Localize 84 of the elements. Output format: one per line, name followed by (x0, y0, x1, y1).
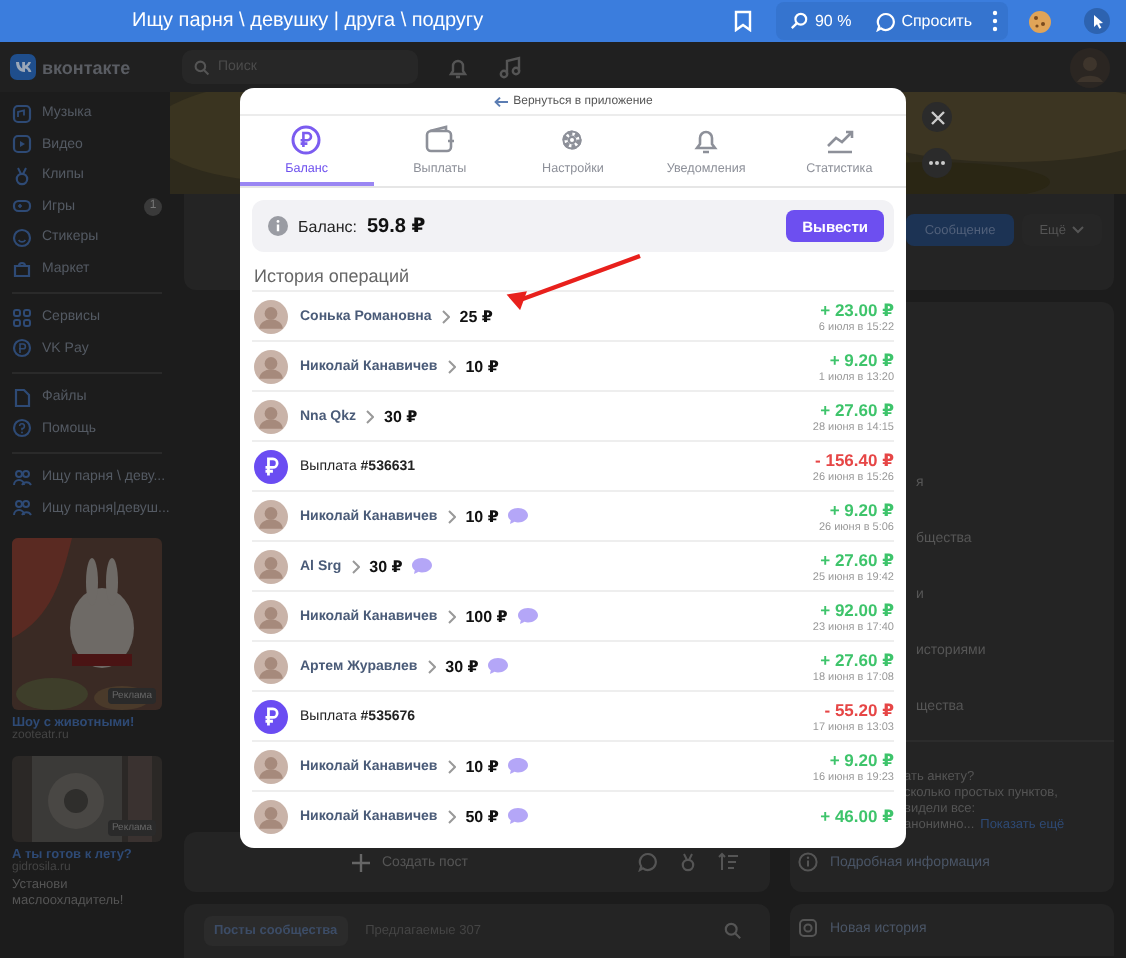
search-icon (790, 12, 809, 30)
comment-icon[interactable] (638, 852, 658, 872)
file-icon (12, 387, 32, 408)
search-icon[interactable] (724, 922, 742, 940)
chevron-right-icon (427, 659, 436, 673)
avatar-icon (254, 799, 288, 833)
ruble-coin-icon (290, 123, 323, 155)
balance-label: Баланс: (298, 217, 357, 235)
help-icon (12, 418, 32, 439)
donation-amount: 10 ₽ (465, 757, 499, 775)
donation-amount: 50 ₽ (465, 807, 499, 825)
avatar-icon (254, 599, 288, 633)
chevron-right-icon (351, 559, 360, 573)
amount: + 23.00 ₽ (820, 299, 894, 321)
chevron-right-icon (447, 759, 456, 773)
chevron-right-icon (441, 309, 450, 323)
ask-button[interactable]: Спросить (871, 11, 976, 31)
more-icon (928, 160, 946, 166)
bookmark-icon[interactable] (734, 10, 753, 32)
section-title: История операций (252, 264, 412, 290)
site-logo[interactable]: вконтакте (42, 57, 131, 77)
amount: + 27.60 ₽ (820, 399, 894, 421)
chevron-right-icon (447, 359, 456, 373)
chevron-right-icon (366, 409, 375, 423)
avatar-icon (254, 399, 288, 433)
bell-icon[interactable] (446, 55, 470, 79)
donation-amount: 30 ₽ (369, 557, 403, 575)
info-icon (268, 216, 288, 236)
gamepad-icon (12, 196, 32, 217)
more-icon[interactable] (992, 10, 998, 32)
amount: + 27.60 ₽ (820, 549, 894, 571)
camera-icon (798, 918, 818, 938)
donation-amount: 10 ₽ (465, 357, 499, 375)
page-title: Ищу парня \ девушку | друга \ подругу (130, 10, 486, 32)
search-icon (194, 59, 210, 75)
amount: + 9.20 ₽ (829, 749, 894, 771)
music-icon[interactable] (498, 55, 522, 79)
ruble-badge-icon (254, 449, 288, 483)
group-icon (12, 467, 32, 488)
amount: + 92.00 ₽ (820, 599, 894, 621)
wallet-icon (423, 123, 456, 155)
avatar-icon (254, 349, 288, 383)
avatar-icon (254, 749, 288, 783)
grid-icon (12, 307, 32, 328)
avatar-icon (254, 649, 288, 683)
donation-amount: 25 ₽ (459, 307, 493, 325)
donation-amount: 10 ₽ (465, 507, 499, 525)
clips-icon[interactable] (678, 852, 698, 872)
amount: + 27.60 ₽ (820, 649, 894, 671)
amount: + 9.20 ₽ (829, 349, 894, 371)
arrow-left-icon (493, 95, 508, 107)
avatar-icon (254, 499, 288, 533)
amount: - 55.20 ₽ (824, 699, 894, 721)
donation-amount: 100 ₽ (465, 607, 508, 625)
sort-icon[interactable] (718, 852, 738, 872)
cookie-icon[interactable] (1028, 9, 1052, 33)
bag-icon (12, 258, 32, 279)
logo-icon (10, 54, 36, 80)
video-icon (12, 134, 32, 155)
cursor-icon[interactable] (1084, 8, 1110, 34)
donation-amount: 30 ₽ (445, 657, 479, 675)
chevron-right-icon (447, 609, 456, 623)
close-icon (929, 109, 945, 125)
chevron-down-icon (1072, 226, 1084, 234)
music-icon (12, 103, 32, 124)
donation-amount: 30 ₽ (384, 407, 418, 425)
coin-icon (12, 338, 32, 359)
smiley-icon (12, 227, 32, 248)
chevron-right-icon (447, 809, 456, 823)
amount: + 9.20 ₽ (829, 499, 894, 521)
zoom-button[interactable]: 90 % (786, 12, 856, 30)
avatar-icon[interactable] (1070, 47, 1110, 87)
ruble-badge-icon (254, 699, 288, 733)
avatar-icon (254, 299, 288, 333)
amount: - 156.40 ₽ (815, 449, 894, 471)
amount: + 46.00 ₽ (820, 805, 894, 827)
balance-value: 59.8 ₽ (366, 215, 426, 237)
chevron-right-icon (447, 509, 456, 523)
clips-icon (12, 165, 32, 186)
group-icon (12, 498, 32, 519)
plus-icon (352, 853, 370, 871)
info-icon (798, 852, 818, 872)
avatar-icon (254, 549, 288, 583)
pointer-arrow (504, 254, 644, 310)
